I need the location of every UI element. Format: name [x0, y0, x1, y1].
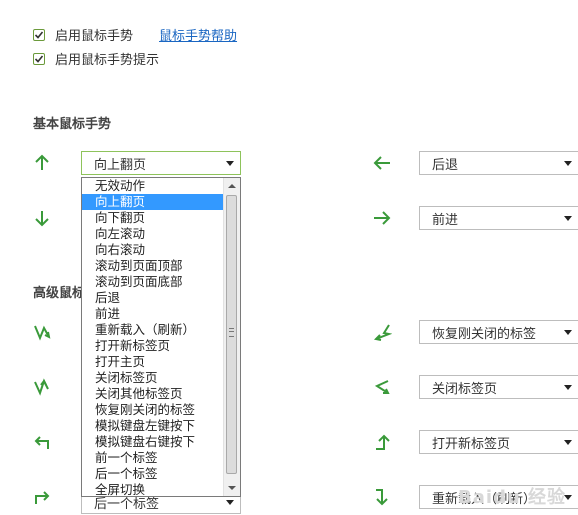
dropdown-option[interactable]: 前一个标签 — [82, 450, 224, 466]
dropdown-option[interactable]: 恢复刚关闭的标签 — [82, 402, 224, 418]
dropdown-option[interactable]: 关闭其他标签页 — [82, 386, 224, 402]
dropdown-option[interactable]: 关闭标签页 — [82, 370, 224, 386]
checkmark-icon — [34, 30, 44, 39]
gesture-right-up-icon — [32, 487, 52, 507]
advanced-gesture-title: 高级鼠标 — [33, 286, 86, 301]
dropdown-option[interactable]: 向左滚动 — [82, 226, 224, 242]
gesture-up-down-icon — [32, 377, 52, 397]
arrow-right-icon — [372, 208, 392, 228]
gesture-right-select-value: 前进 — [432, 212, 459, 228]
chevron-down-icon — [564, 385, 572, 390]
scroll-down-icon[interactable] — [228, 486, 236, 490]
dropdown-option[interactable]: 全屏切换 — [82, 482, 224, 498]
watermark: Baidu 经验 — [457, 487, 566, 508]
chevron-down-icon — [564, 330, 572, 335]
enable-gesture-label: 启用鼠标手势 — [55, 29, 134, 44]
scroll-up-icon[interactable] — [228, 184, 236, 188]
gesture-help-link[interactable]: 鼠标手势帮助 — [159, 25, 237, 44]
gesture-left-select-value: 后退 — [432, 157, 459, 173]
scrollbar-thumb[interactable] — [226, 195, 237, 474]
chevron-down-icon — [564, 216, 572, 221]
dropdown-option[interactable]: 向上翻页 — [82, 194, 224, 210]
enable-gesture-row[interactable]: 启用鼠标手势 鼠标手势帮助 — [33, 25, 237, 44]
gesture-left-select[interactable]: 后退 — [419, 151, 578, 175]
gesture-right-up-arrow-select[interactable]: 打开新标签页 — [419, 430, 578, 454]
dropdown-option[interactable]: 后退 — [82, 290, 224, 306]
dropdown-option[interactable]: 前进 — [82, 306, 224, 322]
gesture-up-select[interactable]: 向上翻页 — [81, 151, 241, 175]
dropdown-option[interactable]: 模拟键盘左键按下 — [82, 418, 224, 434]
enable-gesture-hint-row[interactable]: 启用鼠标手势提示 — [33, 49, 159, 68]
gesture-action-dropdown[interactable]: 无效动作 向上翻页 向下翻页 向左滚动 向右滚动 滚动到页面顶部 滚动到页面底部 后退 前进 重新… — [81, 177, 241, 497]
chevron-down-icon — [226, 500, 234, 505]
dropdown-option[interactable]: 滚动到页面顶部 — [82, 258, 224, 274]
dropdown-option[interactable]: 滚动到页面底部 — [82, 274, 224, 290]
dropdown-options: 无效动作 向上翻页 向下翻页 向左滚动 向右滚动 滚动到页面顶部 滚动到页面底部 后退 前进 重新… — [82, 178, 224, 498]
gesture-right-select[interactable]: 前进 — [419, 206, 578, 230]
gesture-up-left-select[interactable]: 恢复刚关闭的标签 — [419, 320, 578, 344]
gesture-down-up-icon — [32, 322, 52, 342]
gesture-down-left-select[interactable]: 关闭标签页 — [419, 375, 578, 399]
gesture-right-up-arrow-icon — [372, 432, 392, 452]
dropdown-option[interactable]: 模拟键盘右键按下 — [82, 434, 224, 450]
dropdown-scrollbar[interactable] — [223, 178, 240, 496]
gesture-up-left-select-value: 恢复刚关闭的标签 — [432, 326, 537, 342]
dropdown-option[interactable]: 向右滚动 — [82, 242, 224, 258]
chevron-down-icon — [564, 440, 572, 445]
dropdown-option[interactable]: 无效动作 — [82, 178, 224, 194]
arrow-down-icon — [32, 208, 52, 228]
gesture-down-left-icon — [372, 377, 392, 397]
arrow-left-icon — [372, 153, 392, 173]
gesture-left-up-icon — [32, 432, 52, 452]
dropdown-option[interactable]: 向下翻页 — [82, 210, 224, 226]
enable-gesture-checkbox[interactable] — [33, 28, 45, 41]
enable-gesture-hint-checkbox[interactable] — [33, 52, 45, 65]
basic-gesture-title: 基本鼠标手势 — [33, 117, 112, 132]
chevron-down-icon — [564, 161, 572, 166]
gesture-right-up-arrow-select-value: 打开新标签页 — [432, 436, 511, 452]
arrow-up-icon — [32, 153, 52, 173]
dropdown-option[interactable]: 重新载入（刷新） — [82, 322, 224, 338]
checkmark-icon — [34, 54, 44, 63]
grip-icon — [229, 328, 234, 337]
gesture-up-left-icon — [372, 322, 392, 342]
dropdown-option[interactable]: 打开主页 — [82, 354, 224, 370]
dropdown-option[interactable]: 打开新标签页 — [82, 338, 224, 354]
dropdown-option[interactable]: 后一个标签 — [82, 466, 224, 482]
gesture-down-left-select-value: 关闭标签页 — [432, 381, 498, 397]
gesture-right-down-icon — [372, 487, 392, 507]
gesture-up-select-value: 向上翻页 — [94, 157, 147, 173]
enable-gesture-hint-label: 启用鼠标手势提示 — [55, 53, 160, 68]
chevron-down-icon — [226, 161, 234, 166]
